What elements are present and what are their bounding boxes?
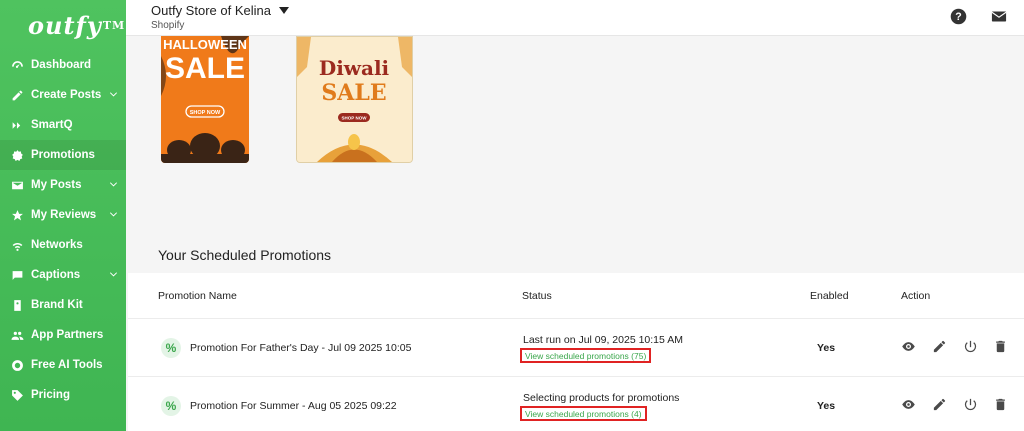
col-header-action: Action <box>901 290 931 302</box>
thumb1-button: SHOP NOW <box>190 110 221 116</box>
top-header: Outfy Store of Kelina Shopify ? <box>126 0 1024 36</box>
percent-icon: % <box>161 396 181 416</box>
promotion-name: Promotion For Summer - Aug 05 2025 09:22 <box>190 400 397 412</box>
edit-pencil-icon[interactable] <box>932 339 947 354</box>
logo-mark: TM <box>102 18 126 32</box>
sidebar-item-free-ai-tools[interactable]: Free AI Tools <box>0 350 126 380</box>
dashboard-icon <box>10 58 24 72</box>
view-eye-icon[interactable] <box>901 397 916 412</box>
smartq-icon <box>10 118 24 132</box>
sidebar-item-label: My Reviews <box>31 209 97 221</box>
enabled-value: Yes <box>817 342 836 354</box>
power-toggle-icon[interactable] <box>963 339 978 354</box>
chevron-down-icon[interactable] <box>108 269 120 281</box>
col-header-promotion-name: Promotion Name <box>158 290 237 302</box>
sidebar-item-label: Free AI Tools <box>31 359 103 371</box>
mail-icon[interactable] <box>990 8 1007 25</box>
halloween-promo-thumbnail[interactable]: HALLOWEEN SALE SHOP NOW <box>161 36 249 163</box>
table-row: % Promotion For Summer - Aug 05 2025 09:… <box>128 376 1024 431</box>
sidebar-item-label: Brand Kit <box>31 299 83 311</box>
tag-icon <box>10 388 24 402</box>
sidebar-item-my-posts[interactable]: My Posts <box>0 170 126 200</box>
people-icon <box>10 328 24 342</box>
view-scheduled-promotions-link[interactable]: View scheduled promotions (4) <box>520 406 647 421</box>
logo-text: outfy <box>28 10 102 40</box>
chevron-down-icon[interactable] <box>108 179 120 191</box>
sidebar-item-label: Captions <box>31 269 81 281</box>
col-header-status: Status <box>522 290 552 302</box>
view-eye-icon[interactable] <box>901 339 916 354</box>
promotions-icon <box>10 148 24 162</box>
promotion-status: Last run on Jul 09, 2025 10:15 AM <box>523 334 683 346</box>
promotion-name: Promotion For Father's Day - Jul 09 2025… <box>190 342 412 354</box>
sidebar: outfy TM Dashboard Create Posts SmartQ Promo… <box>0 0 126 431</box>
star-icon <box>10 208 24 222</box>
thumb1-line1: HALLOWEEN <box>163 37 247 52</box>
chevron-down-icon[interactable] <box>108 89 120 101</box>
store-switcher[interactable]: Outfy Store of Kelina <box>151 3 289 18</box>
caret-down-icon <box>278 7 289 14</box>
svg-text:?: ? <box>955 11 961 23</box>
thumb2-button: SHOP NOW <box>342 116 368 121</box>
sidebar-item-brand-kit[interactable]: Brand Kit <box>0 290 126 320</box>
sidebar-item-label: My Posts <box>31 179 82 191</box>
thumb2-line2: SALE <box>321 80 386 106</box>
thumb2-line1: Diwali <box>319 56 390 80</box>
sidebar-item-my-reviews[interactable]: My Reviews <box>0 200 126 230</box>
wifi-icon <box>10 238 24 252</box>
delete-trash-icon[interactable] <box>993 339 1008 354</box>
view-scheduled-promotions-link[interactable]: View scheduled promotions (75) <box>520 348 652 363</box>
outfy-logo[interactable]: outfy TM <box>0 0 126 50</box>
help-icon[interactable]: ? <box>950 8 967 25</box>
col-header-enabled: Enabled <box>810 290 849 302</box>
sidebar-item-dashboard[interactable]: Dashboard <box>0 50 126 80</box>
sidebar-item-networks[interactable]: Networks <box>0 230 126 260</box>
sidebar-item-label: Promotions <box>31 149 95 161</box>
edit-pencil-icon[interactable] <box>932 397 947 412</box>
envelope-icon <box>10 178 24 192</box>
chevron-down-icon[interactable] <box>108 209 120 221</box>
delete-trash-icon[interactable] <box>993 397 1008 412</box>
enabled-value: Yes <box>817 400 836 412</box>
store-name: Outfy Store of Kelina <box>151 3 271 18</box>
sidebar-item-smartq[interactable]: SmartQ <box>0 110 126 140</box>
sidebar-item-label: SmartQ <box>31 119 73 131</box>
percent-icon: % <box>161 338 181 358</box>
ai-tools-icon <box>10 358 24 372</box>
sidebar-item-captions[interactable]: Captions <box>0 260 126 290</box>
promotion-status: Selecting products for promotions <box>523 392 680 404</box>
sidebar-item-label: Dashboard <box>31 59 92 71</box>
sidebar-item-create-posts[interactable]: Create Posts <box>0 80 126 110</box>
sidebar-item-label: Networks <box>31 239 83 251</box>
section-title: Your Scheduled Promotions <box>158 247 332 263</box>
scheduled-promotions-table: Promotion Name Status Enabled Action % P… <box>128 273 1024 431</box>
sidebar-item-label: Pricing <box>31 389 70 401</box>
chat-icon <box>10 268 24 282</box>
sidebar-item-label: App Partners <box>31 329 104 341</box>
power-toggle-icon[interactable] <box>963 397 978 412</box>
store-platform: Shopify <box>151 20 185 31</box>
table-row: % Promotion For Father's Day - Jul 09 20… <box>128 318 1024 375</box>
pencil-icon <box>10 88 24 102</box>
thumb1-line2: SALE <box>165 52 245 85</box>
diwali-promo-thumbnail[interactable]: Diwali SALE SHOP NOW <box>296 36 413 163</box>
sidebar-item-promotions[interactable]: Promotions <box>0 140 126 170</box>
sidebar-item-pricing[interactable]: Pricing <box>0 380 126 410</box>
sidebar-item-app-partners[interactable]: App Partners <box>0 320 126 350</box>
sidebar-item-label: Create Posts <box>31 89 102 101</box>
brandkit-icon <box>10 298 24 312</box>
